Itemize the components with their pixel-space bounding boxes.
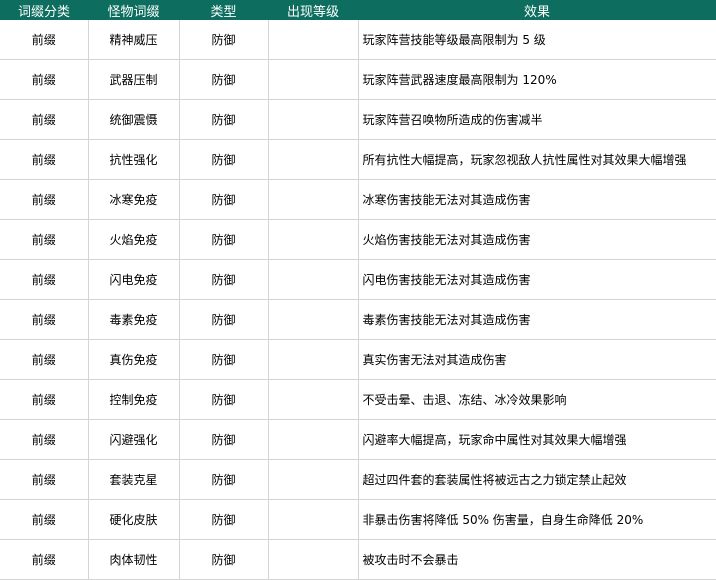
cell-name: 控制免疫 xyxy=(88,379,180,420)
cell-effect: 真实伤害无法对其造成伤害 xyxy=(358,339,716,380)
cell-category: 前缀 xyxy=(0,539,89,580)
cell-effect: 被攻击时不会暴击 xyxy=(358,539,716,580)
cell-effect: 超过四件套的套装属性将被远古之力锁定禁止起效 xyxy=(358,459,716,500)
table-row: 前缀 真伤免疫 防御 真实伤害无法对其造成伤害 xyxy=(0,339,716,380)
cell-category: 前缀 xyxy=(0,459,89,500)
cell-category: 前缀 xyxy=(0,379,89,420)
cell-category: 前缀 xyxy=(0,59,89,100)
cell-name: 真伤免疫 xyxy=(88,339,180,380)
cell-type: 防御 xyxy=(179,299,269,340)
cell-level xyxy=(268,139,359,180)
cell-level xyxy=(268,219,359,260)
cell-type: 防御 xyxy=(179,59,269,100)
table-row: 前缀 冰寒免疫 防御 冰寒伤害技能无法对其造成伤害 xyxy=(0,179,716,220)
cell-level xyxy=(268,20,359,60)
cell-category: 前缀 xyxy=(0,499,89,540)
cell-category: 前缀 xyxy=(0,20,89,60)
cell-effect: 毒素伤害技能无法对其造成伤害 xyxy=(358,299,716,340)
cell-name: 火焰免疫 xyxy=(88,219,180,260)
cell-name: 硬化皮肤 xyxy=(88,499,180,540)
cell-category: 前缀 xyxy=(0,419,89,460)
col-header-level: 出现等级 xyxy=(268,0,358,20)
table-row: 前缀 毒素免疫 防御 毒素伤害技能无法对其造成伤害 xyxy=(0,299,716,340)
cell-category: 前缀 xyxy=(0,299,89,340)
table-row: 前缀 统御震慑 防御 玩家阵营召唤物所造成的伤害减半 xyxy=(0,99,716,140)
cell-name: 统御震慑 xyxy=(88,99,180,140)
table-row: 前缀 精神威压 防御 玩家阵营技能等级最高限制为 5 级 xyxy=(0,20,716,60)
table-row: 前缀 武器压制 防御 玩家阵营武器速度最高限制为 120% xyxy=(0,59,716,100)
cell-level xyxy=(268,499,359,540)
cell-level xyxy=(268,59,359,100)
cell-name: 毒素免疫 xyxy=(88,299,180,340)
cell-level xyxy=(268,299,359,340)
cell-effect: 玩家阵营召唤物所造成的伤害减半 xyxy=(358,99,716,140)
cell-category: 前缀 xyxy=(0,179,89,220)
cell-name: 精神威压 xyxy=(88,20,180,60)
cell-level xyxy=(268,539,359,580)
cell-type: 防御 xyxy=(179,259,269,300)
cell-effect: 闪电伤害技能无法对其造成伤害 xyxy=(358,259,716,300)
cell-type: 防御 xyxy=(179,139,269,180)
cell-category: 前缀 xyxy=(0,99,89,140)
cell-level xyxy=(268,179,359,220)
cell-type: 防御 xyxy=(179,219,269,260)
table-row: 前缀 控制免疫 防御 不受击晕、击退、冻结、冰冷效果影响 xyxy=(0,379,716,420)
cell-name: 抗性强化 xyxy=(88,139,180,180)
cell-effect: 玩家阵营武器速度最高限制为 120% xyxy=(358,59,716,100)
cell-category: 前缀 xyxy=(0,259,89,300)
cell-name: 套装克星 xyxy=(88,459,180,500)
col-header-name: 怪物词缀 xyxy=(88,0,179,20)
cell-type: 防御 xyxy=(179,499,269,540)
cell-level xyxy=(268,459,359,500)
col-header-effect: 效果 xyxy=(358,0,716,20)
cell-type: 防御 xyxy=(179,379,269,420)
cell-level xyxy=(268,339,359,380)
cell-level xyxy=(268,419,359,460)
cell-effect: 冰寒伤害技能无法对其造成伤害 xyxy=(358,179,716,220)
cell-type: 防御 xyxy=(179,459,269,500)
table-row: 前缀 抗性强化 防御 所有抗性大幅提高，玩家忽视敌人抗性属性对其效果大幅增强 xyxy=(0,139,716,180)
cell-level xyxy=(268,379,359,420)
cell-type: 防御 xyxy=(179,539,269,580)
cell-type: 防御 xyxy=(179,179,269,220)
col-header-category: 词缀分类 xyxy=(0,0,88,20)
cell-effect: 不受击晕、击退、冻结、冰冷效果影响 xyxy=(358,379,716,420)
cell-name: 武器压制 xyxy=(88,59,180,100)
cell-type: 防御 xyxy=(179,339,269,380)
cell-category: 前缀 xyxy=(0,139,89,180)
cell-name: 闪避强化 xyxy=(88,419,180,460)
cell-level xyxy=(268,99,359,140)
affix-table: 词缀分类 怪物词缀 类型 出现等级 效果 前缀 精神威压 防御 玩家阵营技能等级最高限… xyxy=(0,0,716,580)
cell-effect: 玩家阵营技能等级最高限制为 5 级 xyxy=(358,20,716,60)
cell-name: 肉体韧性 xyxy=(88,539,180,580)
table-row: 前缀 套装克星 防御 超过四件套的套装属性将被远古之力锁定禁止起效 xyxy=(0,459,716,500)
cell-category: 前缀 xyxy=(0,219,89,260)
cell-effect: 所有抗性大幅提高，玩家忽视敌人抗性属性对其效果大幅增强 xyxy=(358,139,716,180)
cell-category: 前缀 xyxy=(0,339,89,380)
table-row: 前缀 硬化皮肤 防御 非暴击伤害将降低 50% 伤害量，自身生命降低 20% xyxy=(0,499,716,540)
cell-effect: 非暴击伤害将降低 50% 伤害量，自身生命降低 20% xyxy=(358,499,716,540)
cell-type: 防御 xyxy=(179,20,269,60)
table-row: 前缀 闪避强化 防御 闪避率大幅提高，玩家命中属性对其效果大幅增强 xyxy=(0,419,716,460)
cell-effect: 火焰伤害技能无法对其造成伤害 xyxy=(358,219,716,260)
table-row: 前缀 肉体韧性 防御 被攻击时不会暴击 xyxy=(0,539,716,580)
cell-name: 闪电免疫 xyxy=(88,259,180,300)
table-row: 前缀 闪电免疫 防御 闪电伤害技能无法对其造成伤害 xyxy=(0,259,716,300)
table-header: 词缀分类 怪物词缀 类型 出现等级 效果 xyxy=(0,0,716,20)
cell-name: 冰寒免疫 xyxy=(88,179,180,220)
cell-type: 防御 xyxy=(179,419,269,460)
cell-level xyxy=(268,259,359,300)
cell-type: 防御 xyxy=(179,99,269,140)
col-header-type: 类型 xyxy=(179,0,268,20)
cell-effect: 闪避率大幅提高，玩家命中属性对其效果大幅增强 xyxy=(358,419,716,460)
table-row: 前缀 火焰免疫 防御 火焰伤害技能无法对其造成伤害 xyxy=(0,219,716,260)
